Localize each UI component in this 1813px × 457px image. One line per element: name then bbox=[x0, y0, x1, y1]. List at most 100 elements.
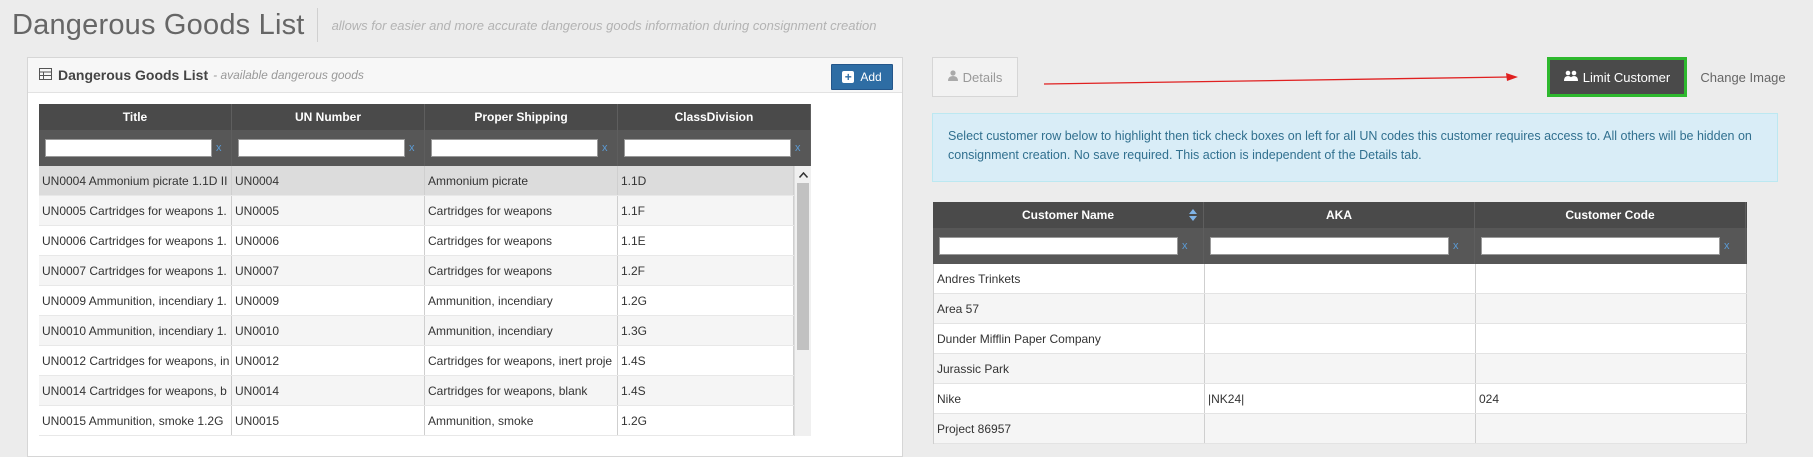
customer-name-filter-input[interactable] bbox=[939, 237, 1178, 255]
cell-customer-code bbox=[1476, 264, 1747, 293]
table-row[interactable]: UN0012 Cartridges for weapons, in UN0012 C… bbox=[39, 346, 794, 376]
aka-filter-input[interactable] bbox=[1210, 237, 1449, 255]
un-number-filter-input[interactable] bbox=[238, 139, 405, 157]
column-header-title[interactable]: Title bbox=[39, 104, 232, 130]
cell-aka bbox=[1205, 414, 1476, 443]
cell-customer-code bbox=[1476, 324, 1747, 353]
tab-change-image-label: Change Image bbox=[1700, 69, 1786, 85]
table-row[interactable]: Area 57 bbox=[934, 294, 1747, 324]
column-header-customer-code[interactable]: Customer Code bbox=[1475, 202, 1746, 228]
clear-filter-icon[interactable]: x bbox=[795, 142, 801, 154]
table-row[interactable]: UN0010 Ammunition, incendiary 1. UN0010 Am… bbox=[39, 316, 794, 346]
tab-change-image[interactable]: Change Image bbox=[1689, 57, 1797, 97]
scrollbar-thumb[interactable] bbox=[797, 183, 809, 350]
table-row[interactable]: UN0005 Cartridges for weapons 1. UN0005 Ca… bbox=[39, 196, 794, 226]
filter-cell: x bbox=[1475, 228, 1746, 264]
table-row[interactable]: Andres Trinkets bbox=[934, 264, 1747, 294]
filter-cell: x bbox=[618, 130, 811, 166]
clear-filter-icon[interactable]: x bbox=[409, 142, 415, 154]
cell-un-number: UN0004 bbox=[232, 166, 425, 195]
cell-aka bbox=[1205, 294, 1476, 323]
clear-filter-icon[interactable]: x bbox=[602, 142, 608, 154]
cell-title: UN0015 Ammunition, smoke 1.2G bbox=[39, 406, 232, 435]
annotation-arrow bbox=[1043, 73, 1518, 85]
cell-aka: |NK24| bbox=[1205, 384, 1476, 413]
table-body: UN0004 Ammonium picrate 1.1D II UN0004 Amm… bbox=[39, 166, 811, 436]
cell-title: UN0004 Ammonium picrate 1.1D II bbox=[39, 166, 232, 195]
column-header-aka[interactable]: AKA bbox=[1204, 202, 1475, 228]
cell-title: UN0010 Ammunition, incendiary 1. bbox=[39, 316, 232, 345]
table-icon bbox=[39, 68, 52, 82]
clear-filter-icon[interactable]: x bbox=[1182, 240, 1188, 252]
cell-customer-name: Jurassic Park bbox=[934, 354, 1205, 383]
customer-code-filter-input[interactable] bbox=[1481, 237, 1720, 255]
cell-customer-name: Andres Trinkets bbox=[934, 264, 1205, 293]
cell-proper-shipping: Ammonium picrate bbox=[425, 166, 618, 195]
clear-filter-icon[interactable]: x bbox=[1453, 240, 1459, 252]
column-header-un-number[interactable]: UN Number bbox=[232, 104, 425, 130]
cell-aka bbox=[1205, 354, 1476, 383]
cell-un-number: UN0006 bbox=[232, 226, 425, 255]
cell-un-number: UN0014 bbox=[232, 376, 425, 405]
cell-customer-code bbox=[1476, 414, 1747, 443]
cell-customer-code bbox=[1476, 354, 1747, 383]
sort-icon[interactable] bbox=[1189, 209, 1197, 221]
cell-proper-shipping: Cartridges for weapons bbox=[425, 226, 618, 255]
tab-details[interactable]: Details bbox=[932, 57, 1018, 97]
table-header: Title UN Number Proper Shipping ClassDiv… bbox=[39, 104, 811, 130]
users-icon bbox=[1563, 70, 1578, 84]
header-divider bbox=[316, 8, 318, 42]
cell-proper-shipping: Ammunition, smoke bbox=[425, 406, 618, 435]
tab-limit-customer[interactable]: Limit Customer bbox=[1547, 57, 1687, 97]
panel-header: Dangerous Goods List - available dangero… bbox=[28, 58, 902, 93]
page-title: Dangerous Goods List bbox=[12, 8, 305, 41]
table-row[interactable]: UN0009 Ammunition, incendiary 1. UN0009 Am… bbox=[39, 286, 794, 316]
table-row[interactable]: Project 86957 bbox=[934, 414, 1747, 444]
clear-filter-icon[interactable]: x bbox=[1724, 240, 1730, 252]
filter-cell: x bbox=[425, 130, 618, 166]
table-row[interactable]: Jurassic Park bbox=[934, 354, 1747, 384]
table-row[interactable]: UN0015 Ammunition, smoke 1.2G UN0015 Ammun… bbox=[39, 406, 794, 436]
column-header-proper-shipping[interactable]: Proper Shipping bbox=[425, 104, 618, 130]
dangerous-goods-panel: Dangerous Goods List - available dangero… bbox=[27, 57, 903, 457]
table-row[interactable]: UN0007 Cartridges for weapons 1. UN0007 Ca… bbox=[39, 256, 794, 286]
panel-subtitle: - available dangerous goods bbox=[213, 68, 364, 82]
add-button[interactable]: + Add bbox=[831, 64, 893, 90]
cell-un-number: UN0015 bbox=[232, 406, 425, 435]
table-row[interactable]: UN0006 Cartridges for weapons 1. UN0006 Ca… bbox=[39, 226, 794, 256]
cell-proper-shipping: Cartridges for weapons, blank bbox=[425, 376, 618, 405]
class-division-filter-input[interactable] bbox=[624, 139, 791, 157]
column-header-customer-name-label: Customer Name bbox=[1021, 208, 1115, 222]
page-subtitle: allows for easier and more accurate dang… bbox=[331, 17, 877, 33]
cell-proper-shipping: Cartridges for weapons bbox=[425, 256, 618, 285]
user-icon bbox=[947, 70, 958, 84]
chevron-up-icon[interactable] bbox=[795, 166, 811, 183]
column-header-customer-name[interactable]: Customer Name bbox=[933, 202, 1204, 228]
cell-title: UN0006 Cartridges for weapons 1. bbox=[39, 226, 232, 255]
title-filter-input[interactable] bbox=[45, 139, 212, 157]
table-row[interactable]: UN0014 Cartridges for weapons, b UN0014 Ca… bbox=[39, 376, 794, 406]
customer-table-header: Customer Name AKA Customer Code bbox=[933, 202, 1747, 228]
cell-customer-name: Dunder Mifflin Paper Company bbox=[934, 324, 1205, 353]
tab-limit-customer-label: Limit Customer bbox=[1582, 69, 1671, 85]
table-row[interactable]: UN0004 Ammonium picrate 1.1D II UN0004 Amm… bbox=[39, 166, 794, 196]
cell-class-division: 1.1F bbox=[618, 196, 794, 225]
filter-cell: x bbox=[1204, 228, 1475, 264]
cell-proper-shipping: Cartridges for weapons bbox=[425, 196, 618, 225]
filter-cell: x bbox=[232, 130, 425, 166]
cell-un-number: UN0010 bbox=[232, 316, 425, 345]
cell-customer-code: 024 bbox=[1476, 384, 1747, 413]
cell-class-division: 1.2F bbox=[618, 256, 794, 285]
dangerous-goods-table: Title UN Number Proper Shipping ClassDiv… bbox=[39, 104, 811, 436]
cell-proper-shipping: Ammunition, incendiary bbox=[425, 316, 618, 345]
cell-customer-name: Nike bbox=[934, 384, 1205, 413]
cell-aka bbox=[1205, 264, 1476, 293]
proper-shipping-filter-input[interactable] bbox=[431, 139, 598, 157]
cell-title: UN0005 Cartridges for weapons 1. bbox=[39, 196, 232, 225]
table-row[interactable]: Nike |NK24| 024 bbox=[934, 384, 1747, 414]
vertical-scrollbar[interactable] bbox=[794, 166, 811, 436]
column-header-class-division[interactable]: ClassDivision bbox=[618, 104, 811, 130]
table-row[interactable]: Dunder Mifflin Paper Company bbox=[934, 324, 1747, 354]
clear-filter-icon[interactable]: x bbox=[216, 142, 222, 154]
cell-class-division: 1.1D bbox=[618, 166, 794, 195]
